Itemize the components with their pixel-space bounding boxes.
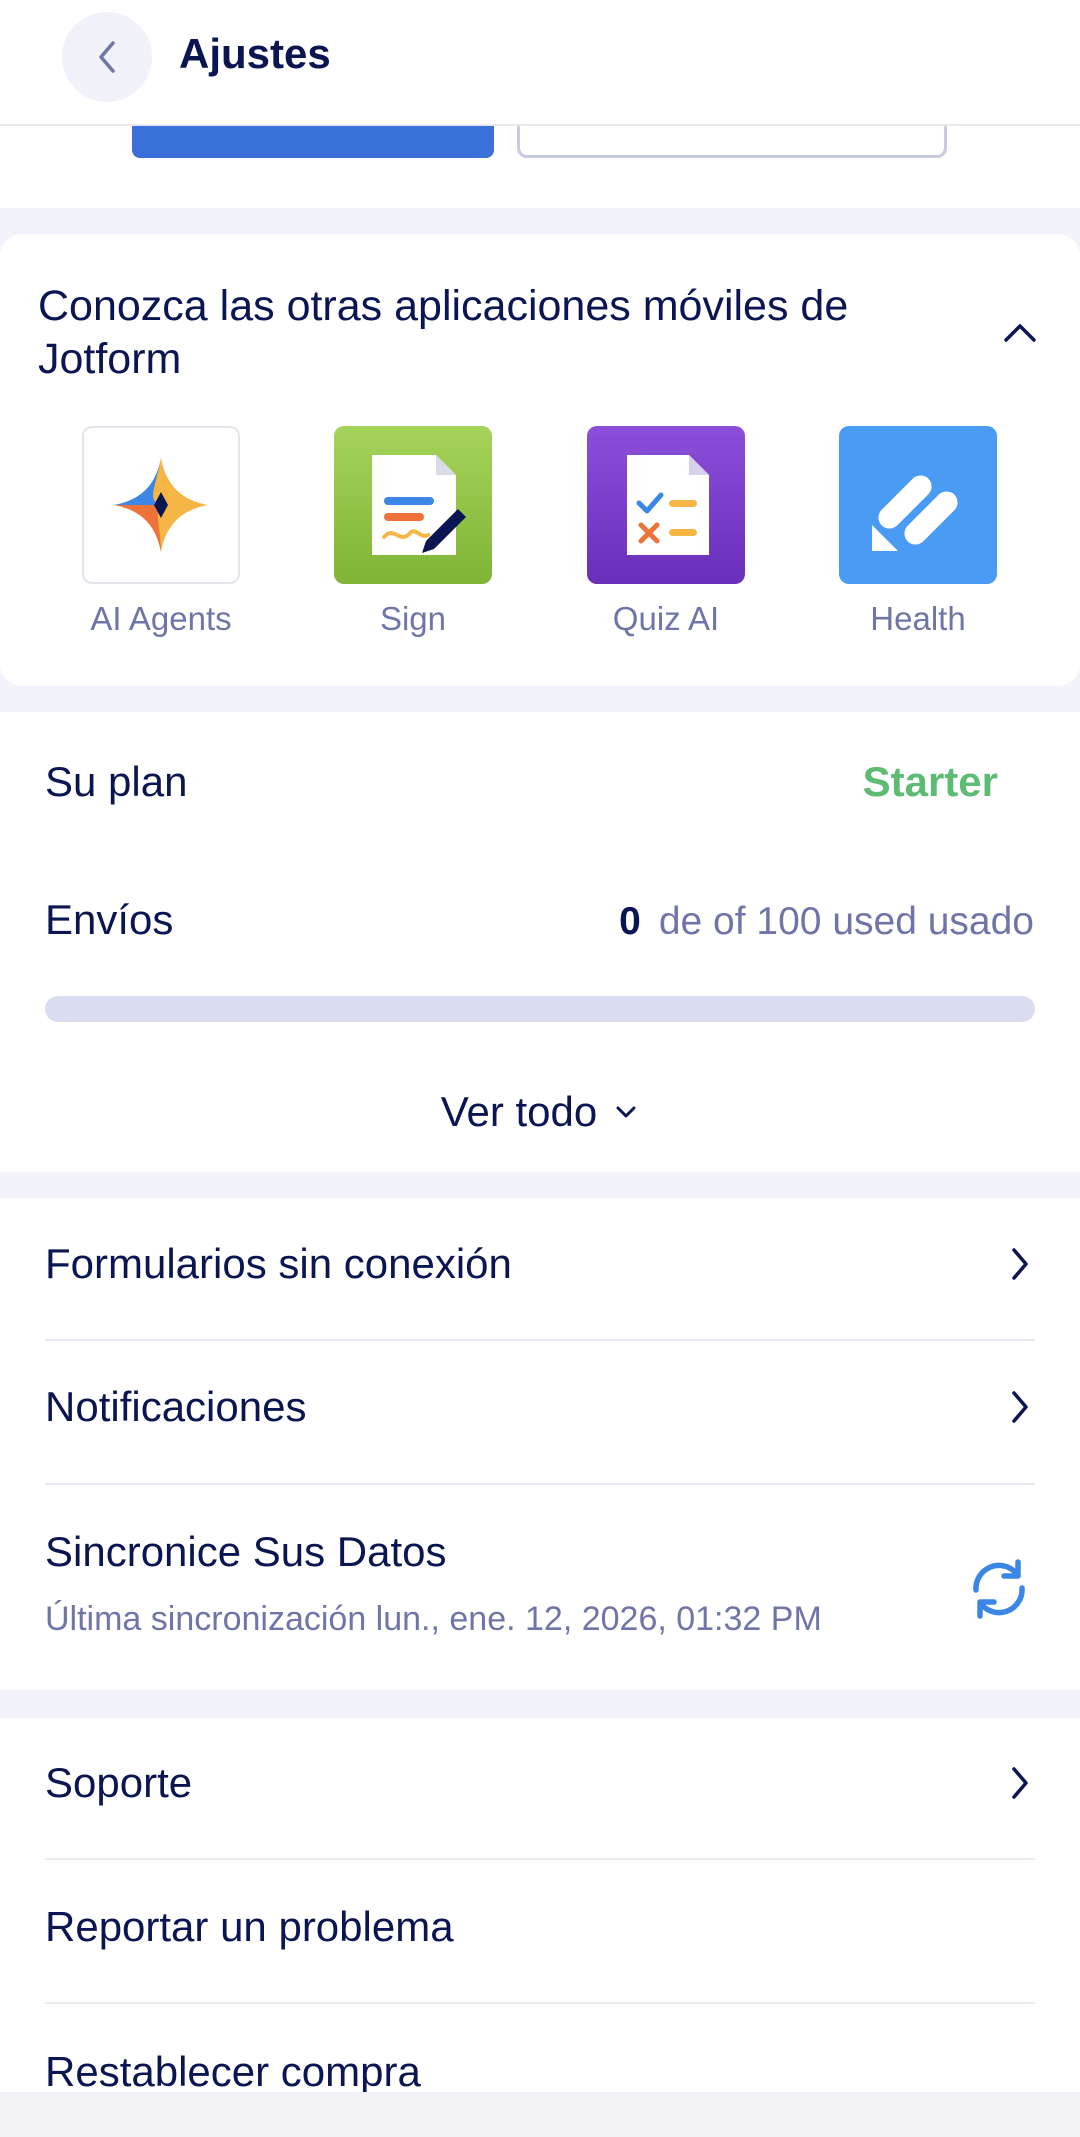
support-row[interactable]: Soporte bbox=[45, 1759, 1035, 1807]
submissions-usage: 0 de of 100 used usado bbox=[619, 900, 1034, 944]
divider bbox=[45, 1483, 1035, 1485]
app-ai-agents[interactable]: AI Agents bbox=[81, 426, 241, 638]
offline-forms-label: Formularios sin conexión bbox=[45, 1240, 512, 1287]
report-problem-row[interactable]: Reportar un problema bbox=[45, 1903, 1035, 1951]
chevron-down-icon bbox=[616, 1106, 636, 1118]
app-sign[interactable]: Sign bbox=[333, 426, 493, 638]
other-apps-card: Conozca las otras aplicaciones móviles d… bbox=[0, 234, 1080, 686]
report-problem-label: Reportar un problema bbox=[45, 1903, 454, 1950]
divider bbox=[45, 1339, 1035, 1341]
other-apps-section: Conozca las otras aplicaciones móviles d… bbox=[0, 208, 1080, 712]
health-app-icon bbox=[839, 426, 997, 584]
restore-purchase-row[interactable]: Restablecer compra bbox=[45, 2048, 1035, 2096]
submissions-progress-bar bbox=[45, 996, 1035, 1022]
chevron-right-icon bbox=[1012, 1248, 1028, 1280]
bottom-navigation-bar bbox=[0, 2092, 1080, 2137]
divider bbox=[45, 2002, 1035, 2004]
chevron-right-icon bbox=[1012, 1767, 1028, 1799]
app-header: Ajustes bbox=[0, 0, 1080, 126]
section-gap bbox=[0, 1172, 1080, 1198]
sync-title: Sincronice Sus Datos bbox=[45, 1528, 447, 1575]
ai-agents-app-icon bbox=[82, 426, 240, 584]
section-gap bbox=[0, 1690, 1080, 1718]
app-label: AI Agents bbox=[90, 600, 232, 637]
app-health[interactable]: Health bbox=[838, 426, 998, 638]
offline-forms-row[interactable]: Formularios sin conexión bbox=[45, 1240, 1035, 1288]
see-all-button[interactable]: Ver todo bbox=[0, 1088, 1080, 1136]
app-label: Quiz AI bbox=[612, 600, 720, 637]
primary-button[interactable] bbox=[132, 126, 494, 158]
support-label: Soporte bbox=[45, 1759, 193, 1806]
quiz-ai-app-icon bbox=[587, 426, 745, 584]
chevron-up-icon[interactable] bbox=[1000, 312, 1040, 352]
notifications-label: Notificaciones bbox=[45, 1383, 307, 1430]
app-quiz-ai[interactable]: Quiz AI bbox=[586, 426, 746, 638]
sync-subtitle: Última sincronización lun., ene. 12, 202… bbox=[45, 1600, 822, 1638]
notifications-row[interactable]: Notificaciones bbox=[45, 1383, 1035, 1431]
page-title: Ajustes bbox=[179, 30, 331, 77]
plan-value: Starter bbox=[862, 758, 998, 805]
plan-label: Su plan bbox=[45, 758, 188, 805]
submissions-label: Envíos bbox=[45, 896, 174, 943]
see-all-label: Ver todo bbox=[440, 1088, 598, 1135]
back-button[interactable] bbox=[62, 12, 152, 102]
secondary-button[interactable] bbox=[517, 126, 947, 158]
chevron-left-icon bbox=[99, 41, 115, 73]
restore-purchase-label: Restablecer compra bbox=[45, 2048, 421, 2095]
sign-app-icon bbox=[334, 426, 492, 584]
sync-icon[interactable] bbox=[966, 1556, 1032, 1622]
other-apps-title: Conozca las otras aplicaciones móviles d… bbox=[38, 282, 849, 383]
divider bbox=[45, 1858, 1035, 1860]
chevron-right-icon bbox=[1012, 1391, 1028, 1423]
submissions-used-count: 0 bbox=[619, 900, 641, 943]
submissions-usage-text: de of 100 used usado bbox=[658, 900, 1034, 943]
app-label: Sign bbox=[379, 600, 447, 637]
app-label: Health bbox=[870, 600, 966, 637]
